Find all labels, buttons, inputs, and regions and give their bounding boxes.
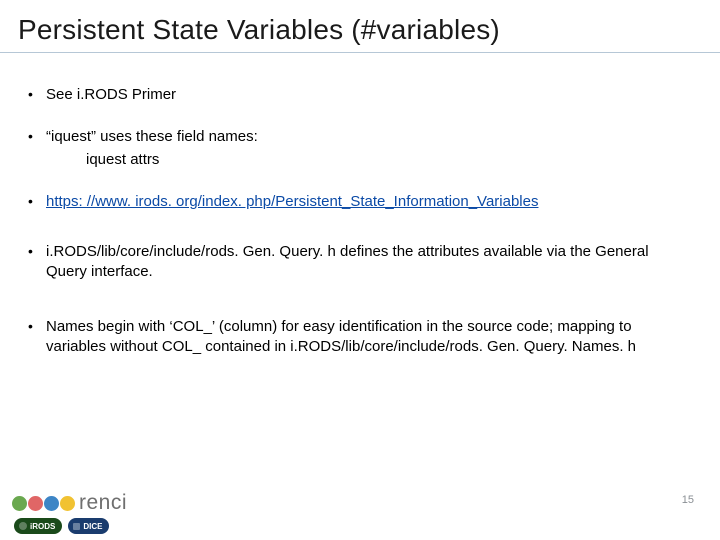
badge-row: iRODS DICE <box>12 518 127 534</box>
bullet-text: Names begin with ‘COL_’ (column) for eas… <box>46 317 680 358</box>
bullet-item: • Names begin with ‘COL_’ (column) for e… <box>28 317 680 358</box>
renci-wordmark: renci <box>79 491 127 515</box>
bullet-dot: • <box>28 192 46 212</box>
page-number: 15 <box>682 494 694 506</box>
bullet-dot: • <box>28 317 46 358</box>
irods-badge: iRODS <box>14 518 62 534</box>
badge-label: DICE <box>83 522 102 531</box>
badge-icon <box>73 523 80 530</box>
renci-logo: renci <box>12 491 127 515</box>
logo-dot <box>44 496 59 511</box>
logo-dot <box>12 496 27 511</box>
bullet-item: • i.RODS/lib/core/include/rods. Gen. Que… <box>28 242 680 283</box>
slide-content: • See i.RODS Primer • “iquest” uses thes… <box>0 53 720 357</box>
badge-icon <box>19 522 27 530</box>
footer-logos: renci iRODS DICE <box>12 491 127 534</box>
bullet-dot: • <box>28 85 46 105</box>
bullet-text: i.RODS/lib/core/include/rods. Gen. Query… <box>46 242 680 283</box>
logo-dot <box>60 496 75 511</box>
bullet-item: • “iquest” uses these field names: <box>28 127 680 147</box>
persistent-state-link[interactable]: https: //www. irods. org/index. php/Pers… <box>46 193 538 210</box>
bullet-item: • https: //www. irods. org/index. php/Pe… <box>28 192 680 212</box>
bullet-dot: • <box>28 242 46 283</box>
slide-title: Persistent State Variables (#variables) <box>0 0 720 53</box>
bullet-dot: • <box>28 127 46 147</box>
bullet-subtext: iquest attrs <box>28 150 680 170</box>
badge-label: iRODS <box>30 522 55 531</box>
bullet-text: “iquest” uses these field names: <box>46 128 258 145</box>
bullet-item: • See i.RODS Primer <box>28 85 680 105</box>
logo-dot <box>28 496 43 511</box>
dice-badge: DICE <box>68 518 109 534</box>
bullet-text: See i.RODS Primer <box>46 85 680 105</box>
